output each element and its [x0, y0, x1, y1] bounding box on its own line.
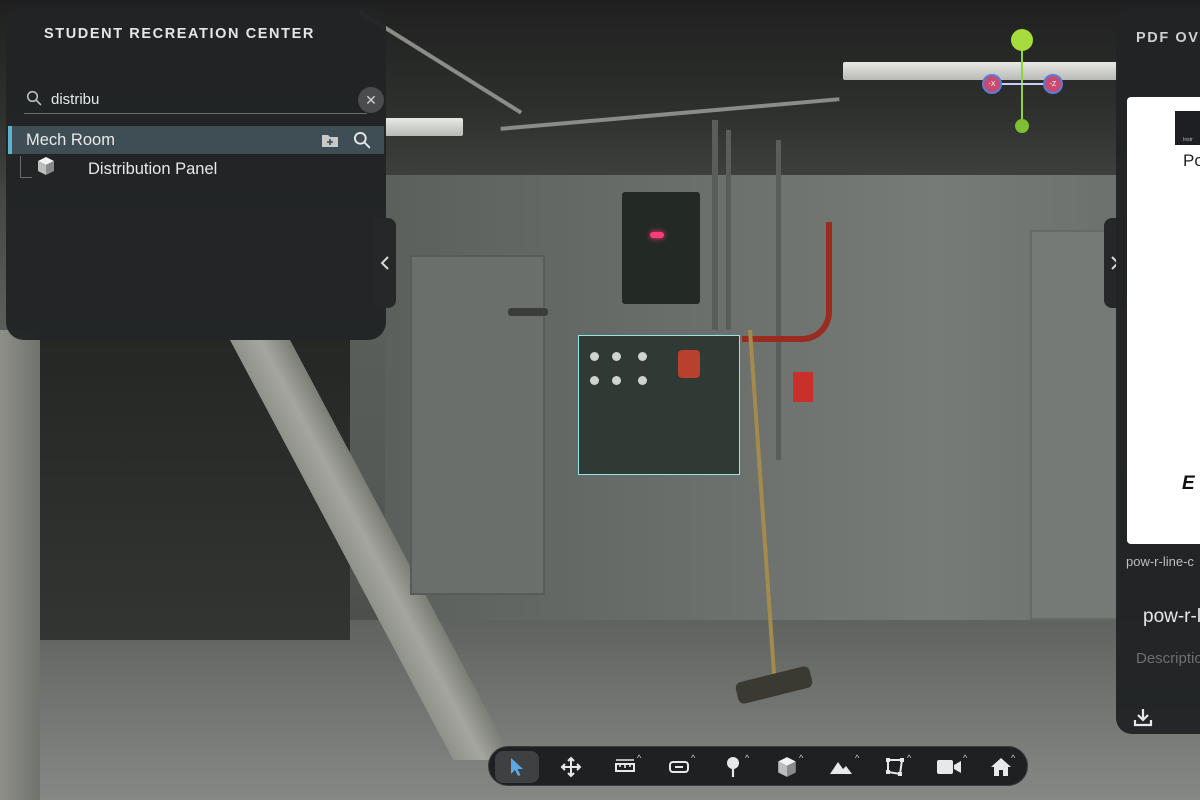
pdf-preview[interactable]: Instr Po E — [1127, 97, 1200, 544]
move-tool-button[interactable] — [549, 751, 593, 783]
download-icon — [1133, 709, 1153, 727]
left-pillar — [0, 330, 40, 800]
download-button[interactable] — [1132, 706, 1154, 728]
tree-item-mech-room[interactable]: Mech Room — [8, 126, 384, 154]
panel-knob — [612, 376, 621, 385]
chevron-up-icon: ^ — [963, 753, 968, 763]
locate-button[interactable] — [352, 130, 372, 150]
gizmo-x-label: -X — [988, 80, 996, 88]
search-input[interactable] — [51, 88, 331, 110]
chevron-up-icon: ^ — [907, 753, 912, 763]
ceiling-light — [843, 62, 1118, 80]
cube-icon — [38, 157, 54, 175]
measure-tool-button[interactable]: ^ — [603, 751, 647, 783]
panel-handle — [678, 350, 700, 378]
slice-icon — [669, 761, 689, 773]
panel-knob — [590, 376, 599, 385]
collapse-left-panel-button[interactable] — [374, 218, 396, 308]
move-icon — [560, 756, 582, 778]
panel-knob — [638, 376, 647, 385]
conduit — [726, 130, 731, 330]
clear-search-button[interactable]: ✕ — [358, 87, 384, 113]
chevron-up-icon: ^ — [1011, 753, 1016, 763]
home-icon — [991, 758, 1011, 776]
tree-item-distribution-panel[interactable]: Distribution Panel — [88, 160, 217, 179]
search-icon — [26, 90, 42, 106]
chevron-up-icon: ^ — [745, 753, 750, 763]
ruler-icon — [615, 759, 635, 772]
camera-tool-button[interactable]: ^ — [927, 751, 971, 783]
area-tool-button[interactable]: ^ — [873, 751, 917, 783]
panel-knob — [590, 352, 599, 361]
red-pipe — [742, 222, 832, 342]
tree-connector — [20, 156, 32, 178]
door-handle — [508, 308, 548, 316]
terrain-tool-button[interactable]: ^ — [819, 751, 863, 783]
pin-icon — [727, 757, 739, 777]
panel-knob — [612, 352, 621, 361]
red-tag — [793, 372, 813, 402]
gizmo-neg-y-handle[interactable] — [1015, 119, 1029, 133]
search-icon — [353, 131, 371, 149]
object-tool-button[interactable]: ^ — [765, 751, 809, 783]
folder-plus-icon — [322, 135, 338, 147]
chevron-up-icon: ^ — [855, 753, 860, 763]
conduit — [712, 120, 718, 330]
panel-knob — [638, 352, 647, 361]
slice-tool-button[interactable]: ^ — [657, 751, 701, 783]
chevron-up-icon: ^ — [799, 753, 804, 763]
polygon-icon — [886, 758, 904, 776]
indicator-light — [650, 232, 664, 238]
select-tool-button[interactable] — [495, 751, 539, 783]
pdf-name-field[interactable]: pow-r-line — [1143, 606, 1200, 628]
pdf-description-field[interactable]: Description — [1136, 650, 1200, 667]
pdf-file-name: pow-r-line-c — [1126, 554, 1194, 569]
cursor-icon — [511, 758, 523, 776]
gizmo-neg-z-handle[interactable]: -Z — [1043, 74, 1063, 94]
pin-tool-button[interactable]: ^ — [711, 751, 755, 783]
pdf-overview-panel: PDF OVERVIEW Instr Po E pow-r-line-c pow… — [1116, 8, 1200, 734]
add-folder-button[interactable] — [320, 130, 340, 150]
pdf-tiny-text: Instr — [1183, 137, 1193, 143]
gizmo-y-handle[interactable] — [1011, 29, 1033, 51]
ceiling-light — [385, 118, 463, 136]
cube-icon — [778, 757, 796, 777]
gizmo-z-label: -Z — [1049, 80, 1057, 88]
control-box — [622, 192, 700, 304]
chevron-up-icon: ^ — [691, 753, 696, 763]
gizmo-neg-x-handle[interactable]: -X — [982, 74, 1002, 94]
tree-item-label: Mech Room — [26, 131, 115, 149]
distribution-panel-highlight[interactable] — [578, 335, 740, 475]
video-camera-icon — [937, 760, 961, 774]
panel-title: PDF OVERVIEW — [1136, 30, 1200, 46]
chevron-up-icon: ^ — [637, 753, 642, 763]
scene-tree-panel: STUDENT RECREATION CENTER ✕ Mech Room — [6, 8, 386, 340]
pdf-heading: Po — [1183, 151, 1200, 170]
pdf-brand-logo: E — [1182, 473, 1195, 494]
search-bar: ✕ — [24, 86, 384, 114]
bottom-toolbar: ^ ^ ^ ^ ^ ^ ^ ^ — [488, 746, 1028, 786]
mountain-icon — [830, 762, 852, 774]
left-door — [410, 255, 545, 595]
home-tool-button[interactable]: ^ — [979, 751, 1023, 783]
chevron-left-icon — [380, 256, 389, 270]
project-title: STUDENT RECREATION CENTER — [44, 26, 315, 42]
close-icon: ✕ — [365, 91, 377, 108]
